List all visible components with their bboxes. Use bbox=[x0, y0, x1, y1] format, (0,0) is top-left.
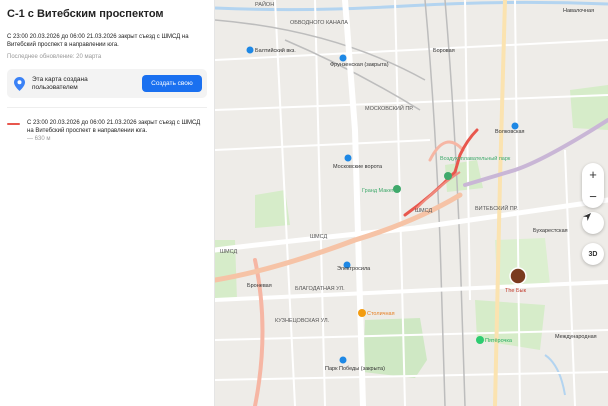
restaurant-avatar-icon bbox=[509, 267, 527, 285]
station-label: Навалочная bbox=[563, 8, 594, 14]
zoom-out-button[interactable]: − bbox=[589, 186, 597, 208]
route-color-swatch bbox=[7, 123, 20, 125]
railway bbox=[215, 0, 466, 406]
zoom-in-button[interactable]: + bbox=[589, 164, 597, 186]
user-map-notice: Эта карта создана пользователем Создать … bbox=[7, 69, 207, 98]
grand-maket-icon bbox=[393, 185, 401, 193]
station-label: Волковская bbox=[495, 129, 525, 135]
locate-button[interactable] bbox=[582, 212, 604, 234]
zoom-control: + − bbox=[582, 163, 604, 208]
road-label: ШМСД bbox=[220, 249, 237, 255]
map-svg: РАЙОН ОБВОДНОГО КАНАЛА Балтийский вкз. Ф… bbox=[215, 0, 608, 406]
station-label: Международная bbox=[555, 334, 597, 340]
road-label: МОСКОВСКИЙ ПР. bbox=[365, 104, 414, 112]
road-label: ШМСД bbox=[310, 234, 327, 240]
route-length: — 630 м bbox=[27, 136, 51, 142]
navigation-arrow-icon bbox=[583, 213, 591, 221]
station-label: Балтийский вкз. bbox=[255, 47, 296, 54]
station-label: Электросила bbox=[337, 266, 371, 272]
last-updated: Последнее обновление: 20 марта bbox=[7, 54, 102, 60]
poi-label: Гранд Макет bbox=[362, 188, 395, 194]
poi-label: Пятёрочка bbox=[485, 338, 513, 344]
map-pin-icon bbox=[14, 77, 25, 91]
station-label: Парк Победы (закрыта) bbox=[325, 366, 385, 372]
district-label: РАЙОН bbox=[255, 0, 274, 8]
divider bbox=[7, 107, 207, 108]
canal-label: ОБВОДНОГО КАНАЛА bbox=[290, 20, 348, 26]
page-title: С-1 с Витебским проспектом bbox=[7, 8, 164, 20]
road-label: ВИТЕБСКИЙ ПР. bbox=[475, 204, 518, 212]
user-map-text: Эта карта создана пользователем bbox=[32, 76, 88, 91]
station-label: Московские ворота bbox=[333, 164, 383, 170]
map-description: С 23:00 20.03.2026 до 06:00 21.03.2026 з… bbox=[7, 34, 189, 48]
create-own-map-button[interactable]: Создать свою bbox=[142, 75, 202, 92]
road-label: ШМСД bbox=[415, 208, 432, 214]
road-label: БЛАГОДАТНАЯ УЛ. bbox=[295, 286, 345, 292]
station-label: Фрунзенская (закрыта) bbox=[330, 62, 389, 68]
station-label: Боровая bbox=[433, 48, 455, 54]
stolichnaya-icon bbox=[358, 309, 366, 317]
park-icon bbox=[444, 172, 452, 180]
poi-label: The Бык bbox=[505, 288, 527, 294]
station-label: Бухарестская bbox=[533, 228, 568, 234]
3d-toggle-button[interactable]: 3D bbox=[582, 243, 604, 265]
info-panel: С-1 с Витебским проспектом С 23:00 20.03… bbox=[0, 0, 215, 406]
road-label: КУЗНЕЦОВСКАЯ УЛ. bbox=[275, 318, 330, 324]
route-description: С 23:00 20.03.2026 до 06:00 21.03.2026 з… bbox=[27, 120, 201, 134]
station-label: Броневая bbox=[247, 283, 272, 289]
canal bbox=[544, 354, 566, 396]
route-list-item[interactable]: С 23:00 20.03.2026 до 06:00 21.03.2026 з… bbox=[7, 119, 207, 142]
poi-label: Воздухоплавательный парк bbox=[440, 155, 511, 162]
poi-label: Столичная bbox=[367, 311, 395, 317]
shop-icon bbox=[476, 336, 484, 344]
map-canvas[interactable]: РАЙОН ОБВОДНОГО КАНАЛА Балтийский вкз. Ф… bbox=[215, 0, 608, 406]
